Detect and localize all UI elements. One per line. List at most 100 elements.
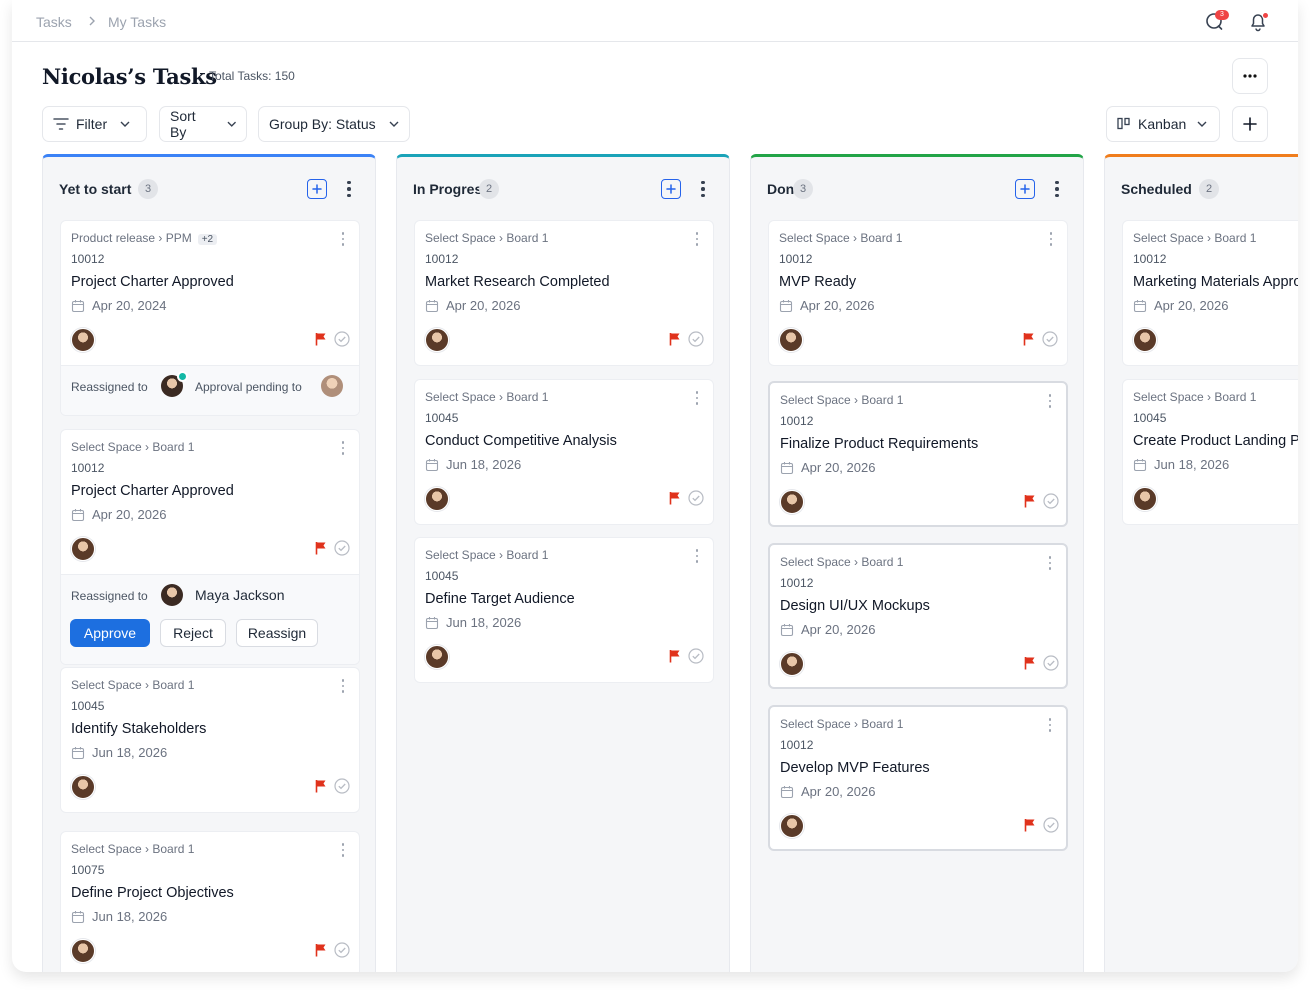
group-by-button[interactable]: Group By: Status <box>258 106 410 142</box>
card-path-text: Select Space › Board 1 <box>780 393 904 407</box>
task-card[interactable]: Select Space › Board 1 10012 Design UI/UX … <box>768 543 1068 689</box>
card-path-text: Select Space › Board 1 <box>780 555 904 569</box>
due-date-text: Jun 18, 2026 <box>446 615 522 630</box>
task-card[interactable]: Select Space › Board 1 10045 Define Target… <box>414 537 714 683</box>
task-card[interactable]: Select Space › Board 1 10075 Define Projec… <box>60 831 360 972</box>
approver-avatar[interactable] <box>321 375 343 397</box>
sort-by-button[interactable]: Sort By <box>159 106 247 142</box>
sort-by-label: Sort By <box>170 108 196 140</box>
task-card[interactable]: Select Space › Board 1 10045 Conduct Compe… <box>414 379 714 525</box>
assignee-avatar[interactable] <box>779 328 803 352</box>
assignee-avatar[interactable] <box>425 487 449 511</box>
view-switcher-button[interactable]: Kanban <box>1106 106 1220 142</box>
due-date-text: Apr 20, 2026 <box>801 622 876 637</box>
assignee-avatar[interactable] <box>71 775 95 799</box>
task-title[interactable]: Project Charter Approved <box>71 483 234 499</box>
card-footer: Reassigned to Approval pending to <box>61 365 359 415</box>
assignee-avatar[interactable] <box>780 652 804 676</box>
task-card[interactable]: Select Space › Board 1 10045 Create Produc… <box>1122 379 1298 525</box>
task-title[interactable]: Develop MVP Features <box>780 760 930 776</box>
card-menu-button[interactable] <box>340 232 346 246</box>
due-date: Jun 18, 2026 <box>425 615 521 630</box>
task-id: 10045 <box>1133 411 1167 425</box>
complete-check-icon <box>334 331 350 347</box>
add-card-button[interactable] <box>661 179 681 199</box>
assignee-avatar[interactable] <box>1133 328 1157 352</box>
task-card[interactable]: Product release › PPM +2 10012 Project Char… <box>60 220 360 416</box>
task-title[interactable]: Define Project Objectives <box>71 885 234 901</box>
card-menu-button[interactable] <box>694 549 700 563</box>
task-title[interactable]: Define Target Audience <box>425 591 575 607</box>
column-menu-button[interactable] <box>341 178 357 200</box>
calendar-icon <box>425 616 439 629</box>
task-card[interactable]: Select Space › Board 1 10012 Develop MVP F… <box>768 705 1068 851</box>
chevron-right-icon <box>89 16 95 26</box>
card-path: Product release › PPM +2 <box>71 231 218 245</box>
card-menu-button[interactable] <box>340 679 346 693</box>
complete-check-icon <box>688 490 704 506</box>
card-path-text: Select Space › Board 1 <box>779 231 903 245</box>
column-menu-button[interactable] <box>695 178 711 200</box>
filter-button[interactable]: Filter <box>42 106 147 142</box>
priority-flag-icon <box>1023 333 1034 346</box>
approve-button[interactable]: Approve <box>70 619 150 647</box>
task-title[interactable]: Marketing Materials Approved <box>1133 274 1298 290</box>
task-title[interactable]: Design UI/UX Mockups <box>780 598 930 614</box>
plus-icon <box>1243 117 1257 131</box>
more-spaces-badge[interactable]: +2 <box>197 234 218 245</box>
card-path-text: Select Space › Board 1 <box>425 548 549 562</box>
assignee-avatar[interactable] <box>425 645 449 669</box>
card-menu-button[interactable] <box>1048 232 1054 246</box>
assignee-avatar[interactable] <box>780 814 804 838</box>
assignee-avatar[interactable] <box>1133 487 1157 511</box>
card-menu-button[interactable] <box>694 232 700 246</box>
reassigned-label: Reassigned to <box>71 589 148 603</box>
assignee-avatar[interactable] <box>425 328 449 352</box>
assignee-avatar[interactable] <box>71 537 95 561</box>
card-body: Select Space › Board 1 10012 Design UI/UX … <box>770 545 1066 687</box>
column-count-badge: 3 <box>793 179 813 199</box>
card-menu-button[interactable] <box>694 391 700 405</box>
card-menu-button[interactable] <box>340 843 346 857</box>
task-title[interactable]: Project Charter Approved <box>71 274 234 290</box>
filter-label: Filter <box>76 116 108 132</box>
card-path-text: Select Space › Board 1 <box>71 678 195 692</box>
column-menu-button[interactable] <box>1049 178 1065 200</box>
task-title[interactable]: Conduct Competitive Analysis <box>425 433 617 449</box>
task-card[interactable]: Select Space › Board 1 10012 MVP Ready Apr… <box>768 220 1068 366</box>
column-title: Scheduled <box>1121 181 1192 197</box>
due-date-text: Jun 18, 2026 <box>92 745 168 760</box>
reassign-button[interactable]: Reassign <box>236 619 318 647</box>
calendar-icon <box>779 299 793 312</box>
column-done: Done 3 Select Space › Board 1 10012 MVP Rea… <box>750 154 1084 972</box>
card-path: Select Space › Board 1 <box>780 717 903 731</box>
task-title[interactable]: Finalize Product Requirements <box>780 436 978 452</box>
assignee-avatar[interactable] <box>780 490 804 514</box>
task-title[interactable]: MVP Ready <box>779 274 856 290</box>
add-card-button[interactable] <box>307 179 327 199</box>
task-card[interactable]: Select Space › Board 1 10045 Identify Stak… <box>60 667 360 813</box>
task-id: 10012 <box>780 576 814 590</box>
assignee-avatar[interactable] <box>71 328 95 352</box>
task-title[interactable]: Market Research Completed <box>425 274 610 290</box>
breadcrumb-tasks[interactable]: Tasks <box>36 14 72 30</box>
more-options-button[interactable] <box>1232 58 1268 94</box>
reassigned-avatar[interactable] <box>161 584 183 606</box>
task-title[interactable]: Identify Stakeholders <box>71 721 206 737</box>
task-card[interactable]: Select Space › Board 1 10012 Market Resear… <box>414 220 714 366</box>
task-title[interactable]: Create Product Landing Page <box>1133 433 1298 449</box>
task-card[interactable]: Select Space › Board 1 10012 Project Chart… <box>60 429 360 665</box>
assignee-avatar[interactable] <box>71 939 95 963</box>
card-menu-button[interactable] <box>1047 556 1053 570</box>
task-card[interactable]: Select Space › Board 1 10012 Marketing Mat… <box>1122 220 1298 366</box>
card-menu-button[interactable] <box>1047 394 1053 408</box>
card-menu-button[interactable] <box>1047 718 1053 732</box>
task-card[interactable]: Select Space › Board 1 10012 Finalize Prod… <box>768 381 1068 527</box>
card-menu-button[interactable] <box>340 441 346 455</box>
reject-button[interactable]: Reject <box>160 619 226 647</box>
add-task-button[interactable] <box>1232 106 1268 142</box>
column-count-badge: 2 <box>1199 179 1219 199</box>
add-card-button[interactable] <box>1015 179 1035 199</box>
calendar-icon <box>71 299 85 312</box>
column-header: Yet to start 3 <box>43 157 375 217</box>
